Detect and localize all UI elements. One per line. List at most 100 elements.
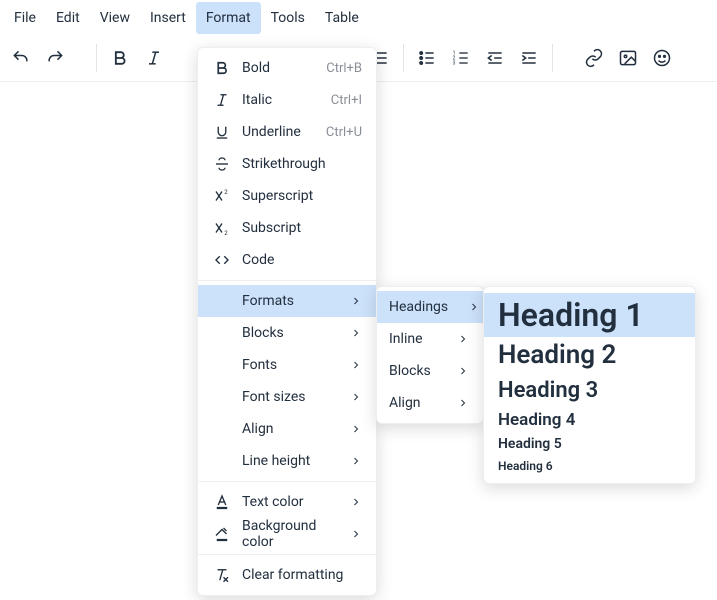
outdent-button[interactable] [478, 41, 512, 75]
menuitem-label: Italic [242, 92, 311, 108]
italic-icon [144, 48, 164, 68]
menuitem-label: Background color [242, 518, 330, 550]
menuitem-text-color[interactable]: Text color [198, 486, 376, 518]
blank-icon [210, 321, 234, 345]
blank-icon [210, 289, 234, 313]
menuitem-blocks-sub[interactable]: Blocks [377, 355, 483, 387]
menu-format[interactable]: Format [196, 2, 261, 34]
menuitem-label: Clear formatting [242, 567, 362, 583]
menuitem-fonts[interactable]: Fonts [198, 349, 376, 381]
menuitem-align-sub[interactable]: Align [377, 387, 483, 419]
menuitem-font-sizes[interactable]: Font sizes [198, 381, 376, 413]
headings-submenu: Heading 1 Heading 2 Heading 3 Heading 4 … [483, 286, 696, 484]
menuitem-inline[interactable]: Inline [377, 323, 483, 355]
italic-button[interactable] [137, 41, 171, 75]
menuitem-label: Subscript [242, 220, 362, 236]
redo-icon [45, 48, 65, 68]
indent-icon [519, 48, 539, 68]
emoji-button[interactable] [645, 41, 679, 75]
menuitem-label: Formats [242, 293, 330, 309]
menu-view[interactable]: View [90, 2, 140, 34]
menuitem-clear-formatting[interactable]: Clear formatting [198, 559, 376, 591]
bold-icon [110, 48, 130, 68]
menuitem-superscript[interactable]: 2 Superscript [198, 180, 376, 212]
underline-icon [210, 120, 234, 144]
svg-text:3: 3 [453, 61, 456, 67]
superscript-icon: 2 [210, 184, 234, 208]
menu-edit[interactable]: Edit [46, 2, 90, 34]
menuitem-label: Align [389, 395, 437, 411]
menuitem-label: Bold [242, 60, 306, 76]
indent-button[interactable] [512, 41, 546, 75]
menuitem-background-color[interactable]: Background color [198, 518, 376, 550]
menuitem-shortcut: Ctrl+B [326, 61, 362, 76]
menuitem-formats[interactable]: Formats [198, 285, 376, 317]
italic-icon [210, 88, 234, 112]
bullet-list-button[interactable] [410, 41, 444, 75]
menu-table[interactable]: Table [315, 2, 369, 34]
format-dropdown: Bold Ctrl+B Italic Ctrl+I Underline Ctrl… [197, 47, 377, 596]
menuitem-headings[interactable]: Headings [377, 291, 483, 323]
chevron-right-icon [350, 455, 362, 467]
separator [198, 481, 376, 482]
menuitem-heading-6[interactable]: Heading 6 [484, 456, 695, 476]
emoji-icon [652, 48, 672, 68]
menuitem-heading-1[interactable]: Heading 1 [484, 293, 695, 337]
redo-button[interactable] [38, 41, 72, 75]
undo-icon [11, 48, 31, 68]
menuitem-heading-3[interactable]: Heading 3 [484, 375, 695, 407]
menuitem-shortcut: Ctrl+U [326, 125, 362, 140]
menuitem-heading-2[interactable]: Heading 2 [484, 337, 695, 374]
chevron-right-icon [350, 295, 362, 307]
menuitem-label: Font sizes [242, 389, 330, 405]
menuitem-line-height[interactable]: Line height [198, 445, 376, 477]
menuitem-label: Fonts [242, 357, 330, 373]
strikethrough-icon [210, 152, 234, 176]
background-color-icon [210, 522, 234, 546]
chevron-right-icon [350, 327, 362, 339]
chevron-right-icon [350, 359, 362, 371]
menuitem-label: Align [242, 421, 330, 437]
link-button[interactable] [577, 41, 611, 75]
blank-icon [210, 353, 234, 377]
svg-text:2: 2 [224, 189, 228, 196]
menu-file[interactable]: File [4, 2, 46, 34]
menuitem-subscript[interactable]: 2 Subscript [198, 212, 376, 244]
chevron-right-icon [350, 496, 362, 508]
menu-tools[interactable]: Tools [261, 2, 315, 34]
separator [198, 280, 376, 281]
menuitem-italic[interactable]: Italic Ctrl+I [198, 84, 376, 116]
undo-button[interactable] [4, 41, 38, 75]
image-icon [618, 48, 638, 68]
bold-button[interactable] [103, 41, 137, 75]
menuitem-label: Superscript [242, 188, 362, 204]
numbered-list-button[interactable]: 123 [444, 41, 478, 75]
chevron-right-icon [457, 397, 469, 409]
menuitem-label: Inline [389, 331, 437, 347]
menu-insert[interactable]: Insert [140, 2, 196, 34]
subscript-icon: 2 [210, 216, 234, 240]
menuitem-label: Headings [389, 299, 448, 315]
menuitem-blocks[interactable]: Blocks [198, 317, 376, 349]
menuitem-label: Line height [242, 453, 330, 469]
menuitem-align[interactable]: Align [198, 413, 376, 445]
text-color-icon [210, 490, 234, 514]
blank-icon [210, 385, 234, 409]
chevron-right-icon [350, 528, 362, 540]
menuitem-code[interactable]: Code [198, 244, 376, 276]
menuitem-underline[interactable]: Underline Ctrl+U [198, 116, 376, 148]
image-button[interactable] [611, 41, 645, 75]
svg-text:2: 2 [224, 230, 228, 237]
formats-submenu: Headings Inline Blocks Align [376, 286, 484, 424]
menuitem-label: Underline [242, 124, 306, 140]
bullet-list-icon [417, 48, 437, 68]
menuitem-strikethrough[interactable]: Strikethrough [198, 148, 376, 180]
outdent-icon [485, 48, 505, 68]
blank-icon [210, 449, 234, 473]
menuitem-bold[interactable]: Bold Ctrl+B [198, 52, 376, 84]
menuitem-label: Strikethrough [242, 156, 362, 172]
menuitem-heading-5[interactable]: Heading 5 [484, 433, 695, 456]
menuitem-label: Blocks [389, 363, 437, 379]
menuitem-heading-4[interactable]: Heading 4 [484, 407, 695, 433]
menuitem-shortcut: Ctrl+I [331, 93, 362, 108]
